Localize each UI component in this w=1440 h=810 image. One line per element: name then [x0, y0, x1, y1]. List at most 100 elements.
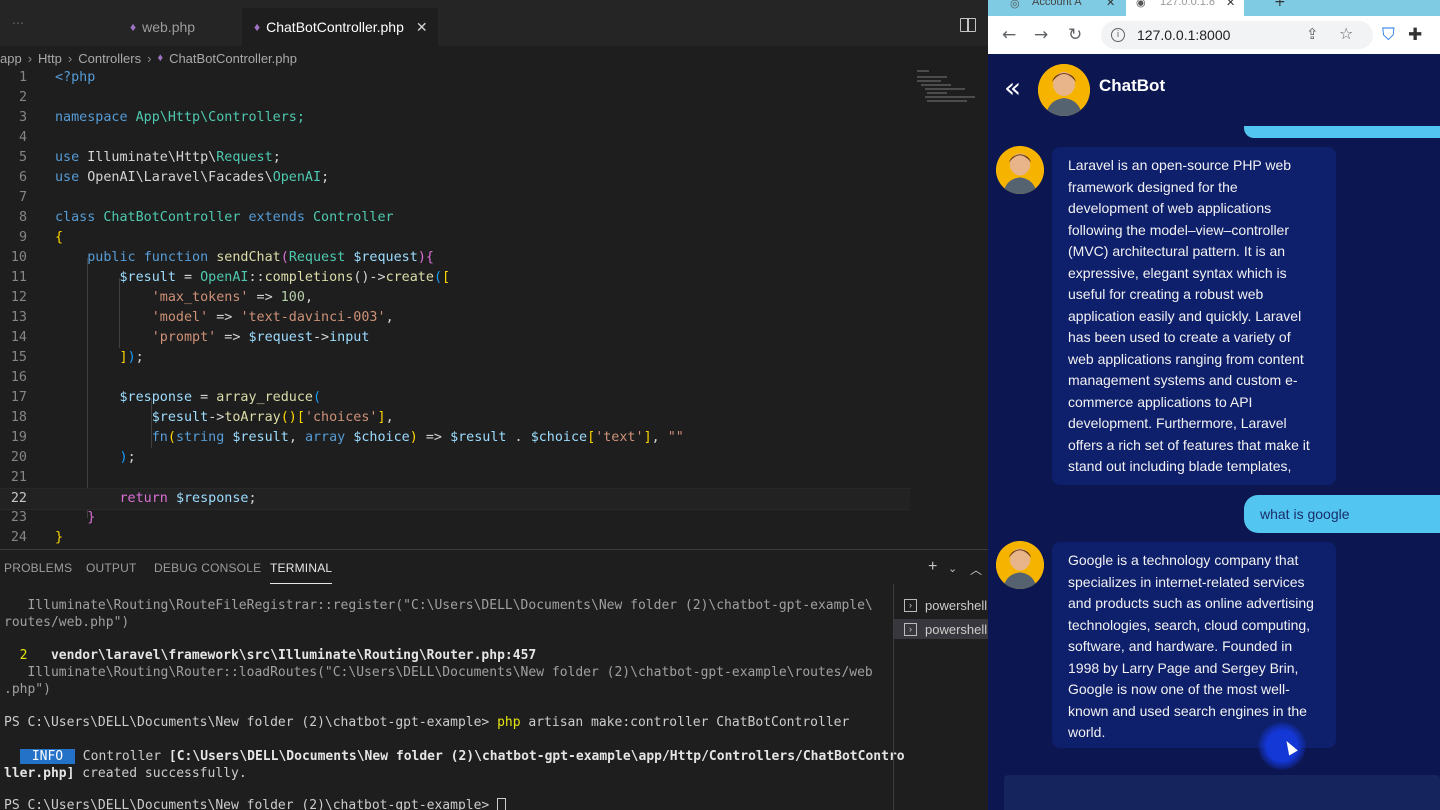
code-line: 5 use Illuminate\Http\Request; [18, 150, 281, 165]
code-line: 9{ [18, 230, 64, 245]
terminal-line: PS C:\Users\DELL\Documents\New folder (2… [4, 715, 850, 730]
breadcrumb-item[interactable]: ChatBotController.php [169, 51, 297, 66]
openai-icon: ◎ [1010, 0, 1020, 10]
code-line: 18 $result->toArray()['choices'], [10, 410, 394, 425]
split-editor-icon[interactable] [960, 18, 976, 32]
code-line: 6 use OpenAI\Laravel\Facades\OpenAI; [18, 170, 330, 185]
star-icon[interactable]: ☆ [1339, 24, 1353, 43]
terminal-line: ller.php] created successfully. [4, 766, 247, 781]
php-file-icon: ♦ [130, 20, 137, 34]
code-line-current: 22 return $response; [0, 488, 910, 510]
code-line: 13 'model' => 'text-davinci-003', [10, 310, 394, 325]
code-line: 4 [18, 130, 27, 145]
terminal-instance[interactable]: › powershell [894, 619, 988, 639]
close-tab-icon: ✕ [1106, 0, 1116, 9]
browser-tab-active[interactable]: ◉ 127.0.0.1:8 ✕ [1126, 0, 1244, 16]
chat-header: « ChatBot [988, 54, 1440, 126]
terminal-line: INFO Controller [C:\Users\DELL\Documents… [20, 748, 905, 765]
code-line: 21 [10, 470, 27, 485]
code-line: 20 ); [10, 450, 136, 465]
code-line: 2 [18, 90, 27, 105]
browser-tab-strip: ◎ Account A ✕ ◉ 127.0.0.1:8 ✕ + [988, 0, 1440, 16]
info-icon[interactable]: i [1111, 28, 1125, 42]
overflow-icon: ⋯ [12, 16, 24, 30]
code-line: 23 } [10, 510, 96, 525]
tab-chatbotcontroller[interactable]: ♦ ChatBotController.php ✕ [242, 8, 438, 46]
code-line: 16 [10, 370, 27, 385]
close-tab-icon: ✕ [1226, 0, 1236, 9]
url-text: 127.0.0.1:8000 [1137, 27, 1231, 43]
bot-message: Laravel is an open-source PHP web framew… [1052, 147, 1336, 485]
shield-icon[interactable]: ⛉ [1382, 25, 1395, 45]
close-tab-icon[interactable]: ✕ [416, 19, 428, 36]
panel-tabs: PROBLEMS OUTPUT DEBUG CONSOLE TERMINAL +… [0, 550, 988, 584]
back-icon[interactable]: ← [1002, 25, 1016, 45]
tab-label: web.php [142, 19, 196, 35]
php-file-icon: ♦ [254, 20, 261, 34]
address-bar-row: ← → ↻ i 127.0.0.1:8000 ⇪ ☆ ⛉ ✚ [988, 16, 1440, 54]
tab-debug-console[interactable]: DEBUG CONSOLE [154, 561, 261, 575]
bot-message-avatar [996, 541, 1044, 589]
breadcrumb: app › Http › Controllers › ♦ ChatBotControl… [0, 50, 297, 66]
php-file-icon: ♦ [157, 52, 164, 64]
code-line: 10 public function sendChat(Request $req… [10, 250, 434, 265]
share-icon[interactable]: ⇪ [1306, 25, 1319, 43]
code-line: 19 fn(string $result, array $choice) => … [10, 430, 684, 445]
cursor-highlight [1258, 722, 1306, 770]
tab-label: ChatBotController.php [266, 19, 404, 35]
terminal-output[interactable]: Illuminate\Routing\RouteFileRegistrar::r… [0, 590, 905, 810]
editor-tab-bar: ⋯ ♦ web.php ♦ ChatBotController.php ✕ [0, 0, 988, 46]
terminal-instance[interactable]: › powershell [904, 595, 987, 615]
url-bar[interactable]: i 127.0.0.1:8000 ⇪ ☆ [1101, 21, 1373, 49]
chatbot-avatar [1038, 64, 1090, 116]
terminal-line: Illuminate\Routing\Router::loadRoutes("C… [4, 665, 873, 680]
vscode-window: ⋯ ♦ web.php ♦ ChatBotController.php ✕ ap… [0, 0, 988, 810]
globe-icon: ◉ [1136, 0, 1146, 9]
tab-web-php[interactable]: ♦ web.php [118, 8, 207, 46]
code-editor[interactable]: 1 <?php 2 3 namespace App\Http\Controllers… [0, 68, 988, 548]
reload-icon[interactable]: ↻ [1068, 25, 1082, 45]
terminal-list: › powershell › powershell [893, 584, 988, 810]
new-tab-icon[interactable]: + [1274, 0, 1286, 10]
tab-problems[interactable]: PROBLEMS [4, 561, 72, 575]
chat-title: ChatBot [1099, 76, 1166, 95]
code-line: 17 $response = array_reduce( [10, 390, 322, 405]
tab-terminal[interactable]: TERMINAL [270, 561, 333, 584]
code-line: 7 [18, 190, 27, 205]
terminal-line: routes/web.php") [4, 615, 130, 630]
terminal-line: Illuminate\Routing\RouteFileRegistrar::r… [4, 598, 873, 613]
chat-input[interactable] [1004, 775, 1440, 810]
breadcrumb-item[interactable]: app [0, 51, 22, 66]
terminal-icon: › [904, 598, 917, 612]
new-terminal-icon[interactable]: + [928, 558, 937, 576]
forward-icon[interactable]: → [1034, 25, 1048, 45]
breadcrumb-item[interactable]: Controllers [78, 51, 141, 66]
code-line: 14 'prompt' => $request->input [10, 330, 370, 345]
terminal-cursor [497, 798, 507, 810]
code-line: 12 'max_tokens' => 100, [10, 290, 313, 305]
code-line: 8 class ChatBotController extends Control… [18, 210, 394, 225]
code-line: 1 <?php [18, 70, 96, 85]
user-message: what is google [1244, 495, 1440, 533]
browser-tab[interactable]: ◎ Account A ✕ [1002, 0, 1122, 16]
chevron-down-icon[interactable]: ⌄ [948, 562, 957, 575]
bot-message-avatar [996, 146, 1044, 194]
double-chevron-left-icon[interactable]: « [1004, 74, 1021, 102]
browser-window: ◎ Account A ✕ ◉ 127.0.0.1:8 ✕ + ← → ↻ i … [988, 0, 1440, 810]
terminal-icon: › [904, 622, 917, 636]
maximize-panel-icon[interactable]: ︿ [970, 561, 982, 578]
terminal-line: .php") [4, 682, 51, 697]
terminal-line: 2 vendor\laravel\framework\src\Illuminat… [4, 648, 537, 663]
code-line: 15 ]); [10, 350, 144, 365]
info-badge: INFO [20, 749, 75, 764]
code-line: 11 $result = OpenAI::completions()->crea… [10, 270, 451, 285]
terminal-prompt: PS C:\Users\DELL\Documents\New folder (2… [4, 797, 507, 810]
previous-user-message [1244, 126, 1440, 138]
code-line: 24} [10, 530, 64, 545]
bot-message: Google is a technology company that spec… [1052, 542, 1336, 748]
tab-output[interactable]: OUTPUT [86, 561, 137, 575]
extensions-icon[interactable]: ✚ [1408, 25, 1422, 45]
breadcrumb-item[interactable]: Http [38, 51, 62, 66]
bottom-panel: PROBLEMS OUTPUT DEBUG CONSOLE TERMINAL +… [0, 549, 988, 810]
code-line: 3 namespace App\Http\Controllers; [18, 110, 305, 125]
